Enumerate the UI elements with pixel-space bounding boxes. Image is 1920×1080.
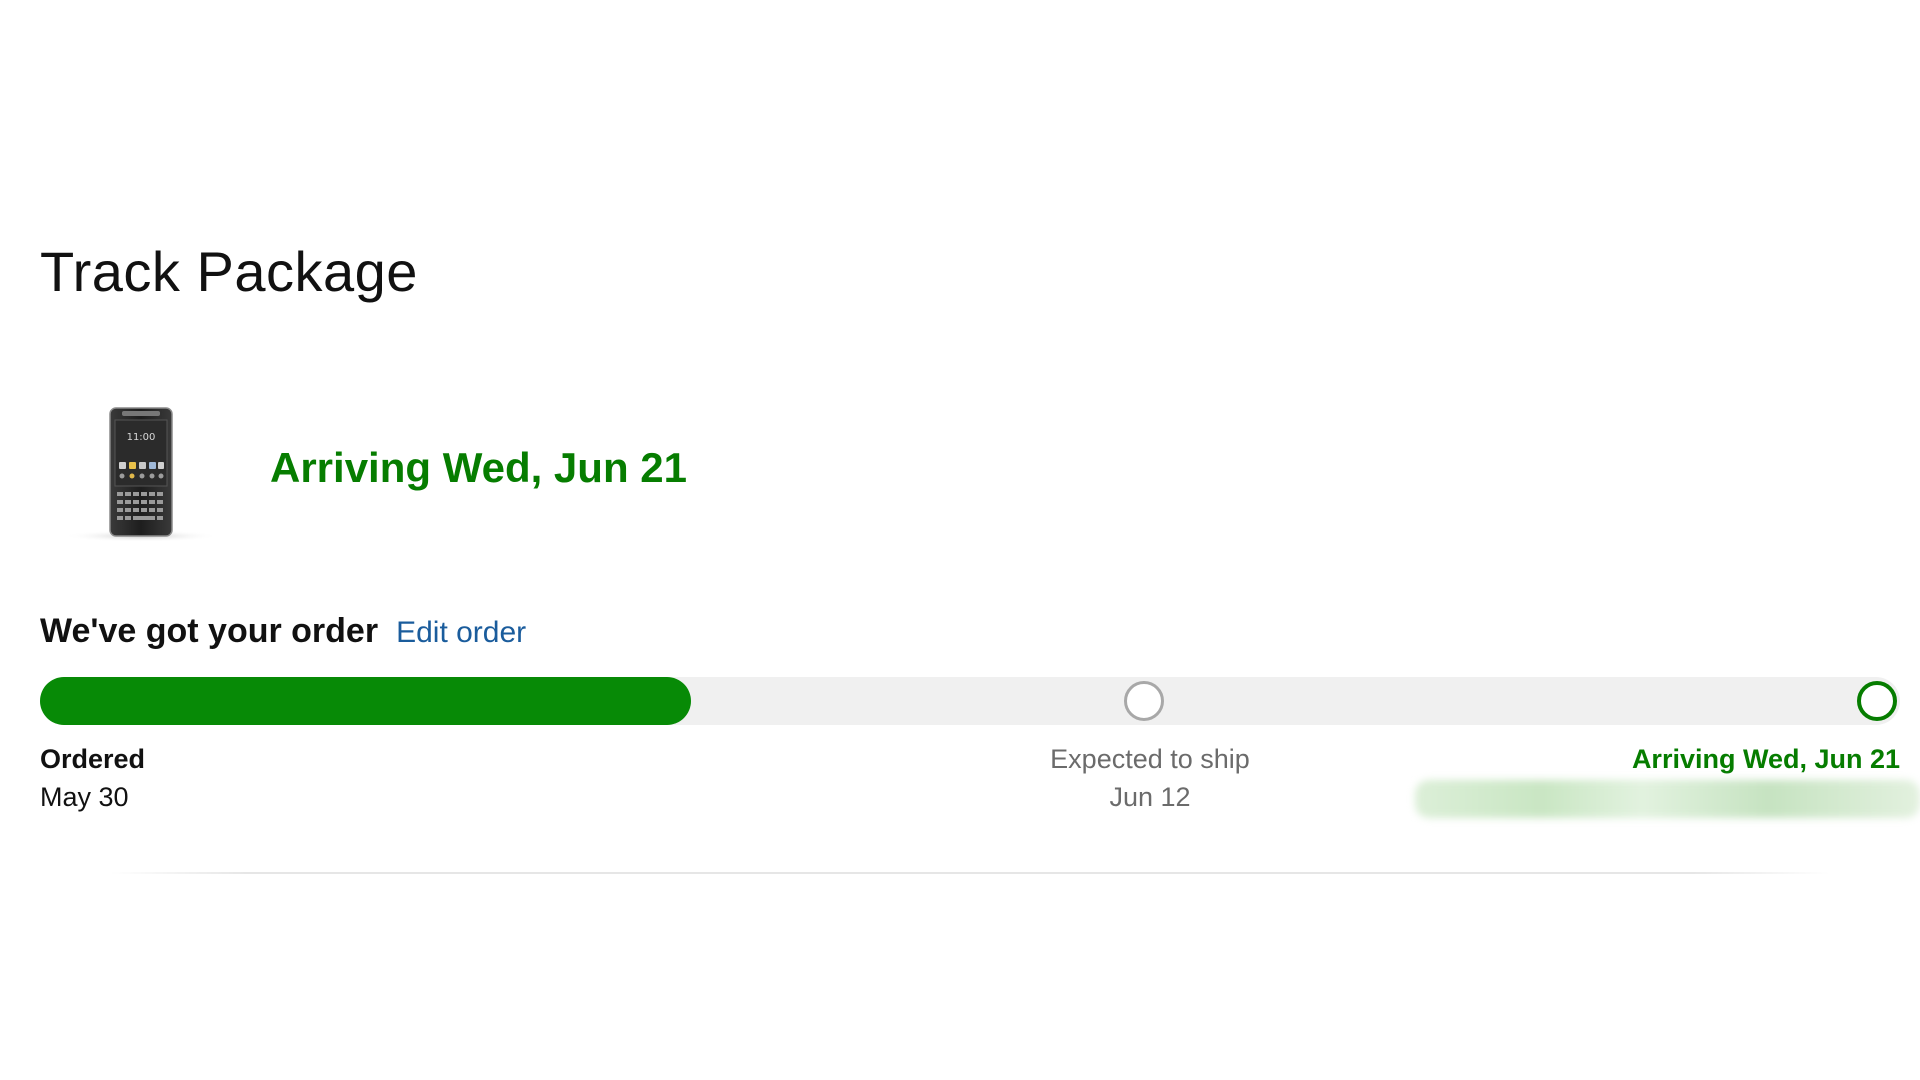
order-status-row: We've got your order Edit order [40, 612, 526, 664]
smartphone-icon: 11:00 [63, 407, 219, 542]
milestone-ordered: Ordered May 30 [40, 740, 145, 816]
arrival-date-headline: Arriving Wed, Jun 21 [270, 444, 687, 491]
product-image[interactable]: 11:00 [62, 396, 220, 546]
progress-fill [40, 677, 691, 725]
blurred-delivery-details [1415, 780, 1920, 818]
milestone-ship-dot [1124, 681, 1164, 721]
milestone-arrive: Arriving Wed, Jun 21 [1632, 740, 1900, 778]
milestone-ship-label: Expected to ship [1050, 744, 1250, 774]
milestone-ship: Expected to ship Jun 12 [1000, 740, 1300, 816]
milestone-arrive-label: Arriving Wed, Jun 21 [1631, 744, 1900, 774]
section-divider [110, 872, 1830, 874]
track-package-page: Track Package 11:00 Arriving Wed, Jun 21… [0, 0, 1920, 1080]
edit-order-link[interactable]: Edit order [396, 616, 526, 650]
milestone-arrive-dot [1857, 681, 1897, 721]
milestone-ordered-label: Ordered [40, 744, 146, 774]
milestone-ship-date: Jun 12 [1109, 782, 1191, 812]
page-title: Track Package [40, 240, 418, 303]
progress-track [40, 677, 1900, 725]
svg-text:11:00: 11:00 [127, 432, 156, 443]
order-status-title: We've got your order [40, 612, 379, 650]
milestone-ordered-date: May 30 [40, 782, 129, 812]
